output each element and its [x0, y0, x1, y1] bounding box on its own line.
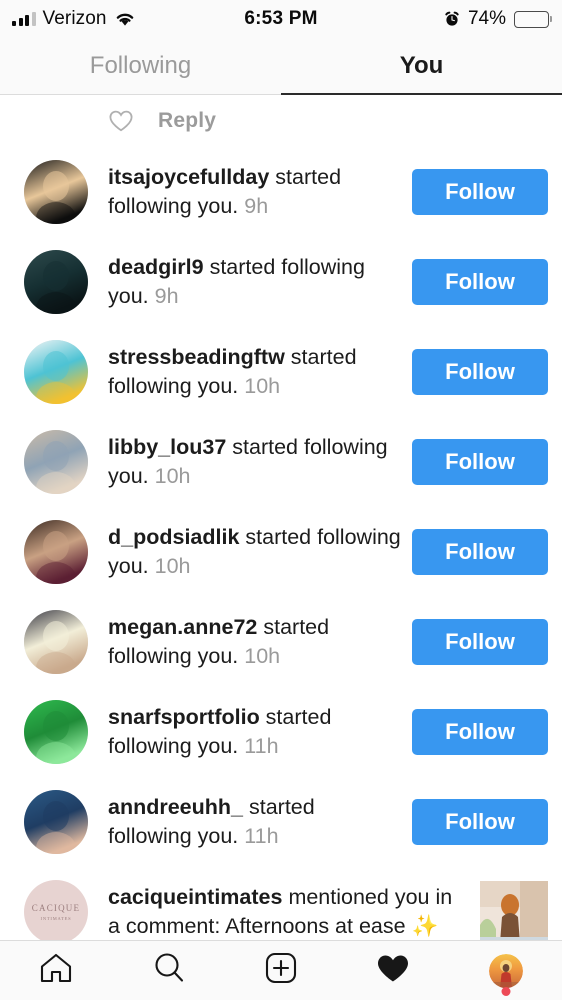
avatar[interactable]	[24, 160, 88, 224]
notification-text: itsajoycefullday started following you. …	[108, 163, 412, 221]
notification-username[interactable]: megan.anne72	[108, 615, 257, 639]
post-thumbnail[interactable]	[480, 881, 548, 940]
nav-activity[interactable]	[337, 941, 449, 1000]
notification-row[interactable]: itsajoycefullday started following you. …	[0, 147, 562, 237]
profile-avatar[interactable]	[488, 953, 523, 988]
instagram-activity-screen: Verizon 6:53 PM 74% Following You Reply …	[0, 0, 562, 1000]
heart-outline-icon[interactable]	[108, 109, 134, 133]
heart-icon[interactable]	[376, 953, 410, 989]
follow-button[interactable]: Follow	[412, 619, 548, 665]
nav-add-post[interactable]	[225, 941, 337, 1000]
bottom-navigation-bar	[0, 940, 562, 1000]
notification-row[interactable]: anndreeuhh_ started following you. 11h Fo…	[0, 777, 562, 867]
search-icon[interactable]	[152, 951, 186, 990]
notification-row[interactable]: megan.anne72 started following you. 10h F…	[0, 597, 562, 687]
status-bar-right: 74%	[444, 8, 552, 30]
notification-time: 9h	[244, 194, 269, 218]
notification-row[interactable]: libby_lou37 started following you. 10h Fo…	[0, 417, 562, 507]
notification-username[interactable]: anndreeuhh_	[108, 795, 243, 819]
notification-row-mention[interactable]: CACIQUE INTIMATES caciqueintimates menti…	[0, 867, 562, 940]
battery-percent-label: 74%	[467, 8, 506, 29]
notification-username[interactable]: stressbeadingftw	[108, 345, 285, 369]
notification-text: snarfsportfolio started following you. 1…	[108, 703, 412, 761]
follow-button[interactable]: Follow	[412, 169, 548, 215]
notification-time: 10h	[244, 644, 281, 668]
home-icon[interactable]	[39, 952, 73, 989]
follow-button[interactable]: Follow	[412, 259, 548, 305]
notification-text: megan.anne72 started following you. 10h	[108, 613, 412, 671]
add-post-icon[interactable]	[265, 952, 297, 989]
notification-rows: itsajoycefullday started following you. …	[0, 147, 562, 867]
notification-text: deadgirl9 started following you. 9h	[108, 253, 412, 311]
notification-row[interactable]: stressbeadingftw started following you. …	[0, 327, 562, 417]
follow-button[interactable]: Follow	[412, 709, 548, 755]
notification-time: 9h	[154, 284, 179, 308]
notification-row[interactable]: deadgirl9 started following you. 9h Follo…	[0, 237, 562, 327]
reply-row[interactable]: Reply	[0, 95, 562, 147]
follow-button[interactable]: Follow	[412, 349, 548, 395]
notification-username[interactable]: libby_lou37	[108, 435, 226, 459]
notification-username[interactable]: deadgirl9	[108, 255, 204, 279]
activity-feed[interactable]: Reply itsajoycefullday started following…	[0, 95, 562, 940]
avatar[interactable]	[24, 340, 88, 404]
avatar[interactable]	[24, 610, 88, 674]
notification-username[interactable]: snarfsportfolio	[108, 705, 260, 729]
follow-button[interactable]: Follow	[412, 799, 548, 845]
notification-row[interactable]: snarfsportfolio started following you. 1…	[0, 687, 562, 777]
notification-username[interactable]: caciqueintimates	[108, 885, 282, 909]
alarm-clock-icon	[444, 11, 460, 27]
avatar[interactable]	[24, 700, 88, 764]
notification-time: 11h	[244, 824, 279, 848]
follow-button[interactable]: Follow	[412, 529, 548, 575]
notification-time: 10h	[154, 464, 191, 488]
notification-username[interactable]: itsajoycefullday	[108, 165, 269, 189]
notification-time: 11h	[244, 734, 279, 758]
notification-text: caciqueintimates mentioned you in a comm…	[108, 883, 480, 940]
tab-following[interactable]: Following	[0, 38, 281, 94]
notification-time: 10h	[244, 374, 281, 398]
notification-dot	[501, 987, 511, 996]
follow-button[interactable]: Follow	[412, 439, 548, 485]
notification-row[interactable]: d_podsiadlik started following you. 10h F…	[0, 507, 562, 597]
avatar[interactable]	[24, 790, 88, 854]
avatar[interactable]	[24, 250, 88, 314]
notification-text: stressbeadingftw started following you. …	[108, 343, 412, 401]
notification-text: anndreeuhh_ started following you. 11h	[108, 793, 412, 851]
status-bar: Verizon 6:53 PM 74%	[0, 0, 562, 38]
tab-you[interactable]: You	[281, 38, 562, 95]
battery-icon	[514, 10, 552, 28]
notification-time: 10h	[154, 554, 191, 578]
nav-profile[interactable]	[450, 941, 562, 1000]
avatar[interactable]	[24, 430, 88, 494]
avatar[interactable]: CACIQUE INTIMATES	[24, 880, 88, 940]
nav-search[interactable]	[112, 941, 224, 1000]
notification-text: d_podsiadlik started following you. 10h	[108, 523, 412, 581]
notification-username[interactable]: d_podsiadlik	[108, 525, 239, 549]
nav-home[interactable]	[0, 941, 112, 1000]
avatar[interactable]	[24, 520, 88, 584]
tab-bar: Following You	[0, 38, 562, 95]
avatar-brand-label: CACIQUE INTIMATES	[31, 902, 81, 921]
notification-text: libby_lou37 started following you. 10h	[108, 433, 412, 491]
reply-label[interactable]: Reply	[158, 109, 216, 133]
